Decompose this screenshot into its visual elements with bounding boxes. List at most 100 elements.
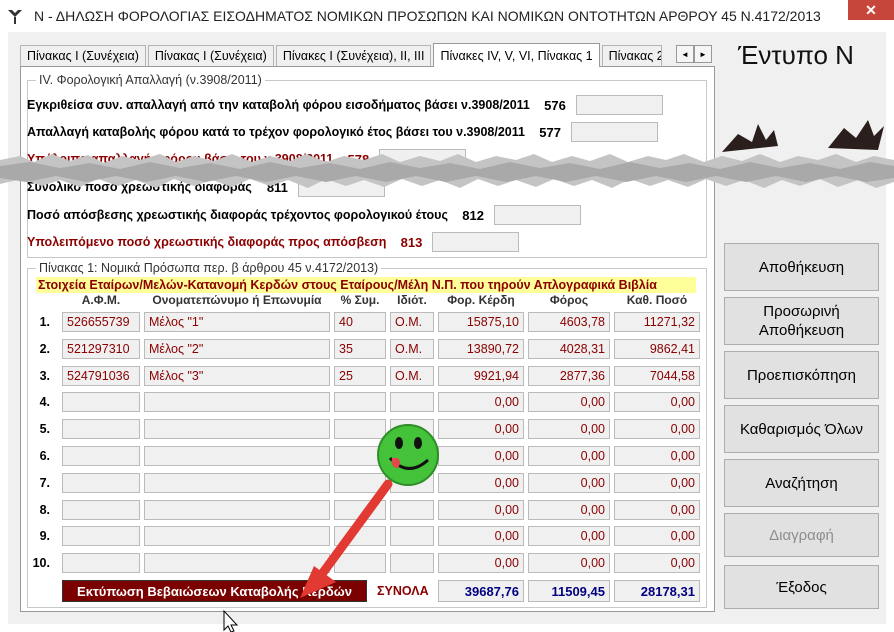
search-button[interactable]: Αναζήτηση <box>724 459 879 507</box>
cell-tax[interactable]: 4028,31 <box>528 339 610 359</box>
cell-idiot[interactable] <box>390 392 434 412</box>
tab-scroll-left-button[interactable]: ◄ <box>676 45 694 63</box>
cell-idiot[interactable] <box>390 500 434 520</box>
cell-idiot[interactable]: Ο.Μ. <box>390 312 434 332</box>
field-input-813[interactable] <box>432 232 520 252</box>
cell-idiot[interactable] <box>390 553 434 573</box>
cell-net[interactable]: 11271,32 <box>614 312 700 332</box>
cell-profit[interactable]: 0,00 <box>438 500 524 520</box>
cell-net[interactable]: 0,00 <box>614 446 700 466</box>
cell-name[interactable] <box>144 526 330 546</box>
cell-idiot[interactable] <box>390 473 434 493</box>
cell-afm[interactable]: 526655739 <box>62 312 140 332</box>
cell-tax[interactable]: 0,00 <box>528 419 610 439</box>
cell-name[interactable] <box>144 553 330 573</box>
cell-idiot[interactable]: Ο.Μ. <box>390 339 434 359</box>
col-header-afm: Α.Φ.Μ. <box>81 293 121 307</box>
cell-pct[interactable] <box>334 526 386 546</box>
cell-tax[interactable]: 0,00 <box>528 392 610 412</box>
cell-pct[interactable] <box>334 500 386 520</box>
cell-pct[interactable] <box>334 392 386 412</box>
cell-profit[interactable]: 0,00 <box>438 392 524 412</box>
save-button[interactable]: Αποθήκευση <box>724 243 879 291</box>
cell-name[interactable] <box>144 473 330 493</box>
cell-profit[interactable]: 0,00 <box>438 473 524 493</box>
field-input-811[interactable] <box>297 177 385 197</box>
totals-label: ΣΥΝΟΛΑ <box>377 584 429 598</box>
cell-net[interactable]: 0,00 <box>614 392 700 412</box>
cell-tax[interactable]: 0,00 <box>528 446 610 466</box>
tab-pinakes-iv-v-vi-1[interactable]: Πίνακες IV, V, VI, Πίνακας 1 <box>433 43 600 67</box>
cell-pct[interactable]: 40 <box>334 312 386 332</box>
cell-net[interactable]: 0,00 <box>614 500 700 520</box>
field-input-576[interactable] <box>575 95 663 115</box>
tab-pinakas-i-cont-2[interactable]: Πίνακας Ι (Συνέχεια) <box>147 45 274 66</box>
tab-strip: Πίνακας Ι (Συνέχεια) Πίνακας Ι (Συνέχεια… <box>20 43 664 67</box>
cell-name[interactable] <box>144 446 330 466</box>
cell-profit[interactable]: 9921,94 <box>438 366 524 386</box>
cell-net[interactable]: 0,00 <box>614 419 700 439</box>
tab-pinakas-i-cont-1[interactable]: Πίνακας Ι (Συνέχεια) <box>20 45 146 66</box>
cell-profit[interactable]: 0,00 <box>438 526 524 546</box>
field-row-811: Συνολικό ποσό χρεωστικής διαφοράς 811 <box>27 177 701 197</box>
cell-afm[interactable]: 524791036 <box>62 366 140 386</box>
cell-name[interactable] <box>144 392 330 412</box>
cell-net[interactable]: 0,00 <box>614 526 700 546</box>
field-input-578[interactable] <box>379 149 467 169</box>
cell-afm[interactable]: 521297310 <box>62 339 140 359</box>
cell-net[interactable]: 0,00 <box>614 473 700 493</box>
cell-profit[interactable]: 13890,72 <box>438 339 524 359</box>
cell-idiot[interactable]: Ο.Μ. <box>390 366 434 386</box>
cell-tax[interactable]: 0,00 <box>528 526 610 546</box>
cell-tax[interactable]: 0,00 <box>528 473 610 493</box>
cell-tax[interactable]: 2877,36 <box>528 366 610 386</box>
cell-name[interactable]: Μέλος "1" <box>144 312 330 332</box>
cell-afm[interactable] <box>62 526 140 546</box>
temp-save-button[interactable]: Προσωρινή Αποθήκευση <box>724 297 879 345</box>
cell-afm[interactable] <box>62 473 140 493</box>
cell-pct[interactable] <box>334 553 386 573</box>
cell-pct[interactable]: 25 <box>334 366 386 386</box>
cell-name[interactable] <box>144 500 330 520</box>
preview-button[interactable]: Προεπισκόπηση <box>724 351 879 399</box>
cell-tax[interactable]: 0,00 <box>528 553 610 573</box>
cell-profit[interactable]: 0,00 <box>438 553 524 573</box>
cell-pct[interactable] <box>334 446 386 466</box>
cell-net[interactable]: 9862,41 <box>614 339 700 359</box>
delete-button[interactable]: Διαγραφή <box>724 513 879 557</box>
cell-idiot[interactable] <box>390 526 434 546</box>
cell-profit[interactable]: 15875,10 <box>438 312 524 332</box>
cell-idiot[interactable] <box>390 446 434 466</box>
cell-net[interactable]: 0,00 <box>614 553 700 573</box>
tab-scroll-right-button[interactable]: ► <box>694 45 712 63</box>
cell-afm[interactable] <box>62 446 140 466</box>
window-controls: ✕ <box>848 0 894 20</box>
cell-pct[interactable]: 35 <box>334 339 386 359</box>
close-window-button[interactable]: ✕ <box>848 0 894 20</box>
tab-pinakas-2[interactable]: Πίνακας 2 <box>601 45 662 66</box>
cell-pct[interactable] <box>334 419 386 439</box>
clear-all-button[interactable]: Καθαρισμός Όλων <box>724 405 879 453</box>
section-iv-title: IV. Φορολογική Απαλλαγή (ν.3908/2011) <box>36 73 265 87</box>
field-input-577[interactable] <box>570 122 658 142</box>
cell-idiot[interactable] <box>390 419 434 439</box>
cell-afm[interactable] <box>62 419 140 439</box>
print-certificates-button[interactable]: Εκτύπωση Βεβαιώσεων Καταβολής Κερδών <box>62 580 367 602</box>
cell-profit[interactable]: 0,00 <box>438 446 524 466</box>
cell-name[interactable] <box>144 419 330 439</box>
cell-afm[interactable] <box>62 553 140 573</box>
cell-net[interactable]: 7044,58 <box>614 366 700 386</box>
close-icon: ✕ <box>865 1 877 18</box>
cell-name[interactable]: Μέλος "2" <box>144 339 330 359</box>
cell-tax[interactable]: 0,00 <box>528 500 610 520</box>
cell-profit[interactable]: 0,00 <box>438 419 524 439</box>
field-input-812[interactable] <box>493 205 581 225</box>
cell-tax[interactable]: 4603,78 <box>528 312 610 332</box>
cell-pct[interactable] <box>334 473 386 493</box>
cell-name[interactable]: Μέλος "3" <box>144 366 330 386</box>
exit-button[interactable]: Έξοδος <box>724 565 879 609</box>
cell-afm[interactable] <box>62 392 140 412</box>
cell-afm[interactable] <box>62 500 140 520</box>
tab-pinakes-i-ii-iii[interactable]: Πίνακες Ι (Συνέχεια), ΙΙ, ΙΙΙ <box>275 45 432 66</box>
field-code-813: 813 <box>400 234 423 250</box>
